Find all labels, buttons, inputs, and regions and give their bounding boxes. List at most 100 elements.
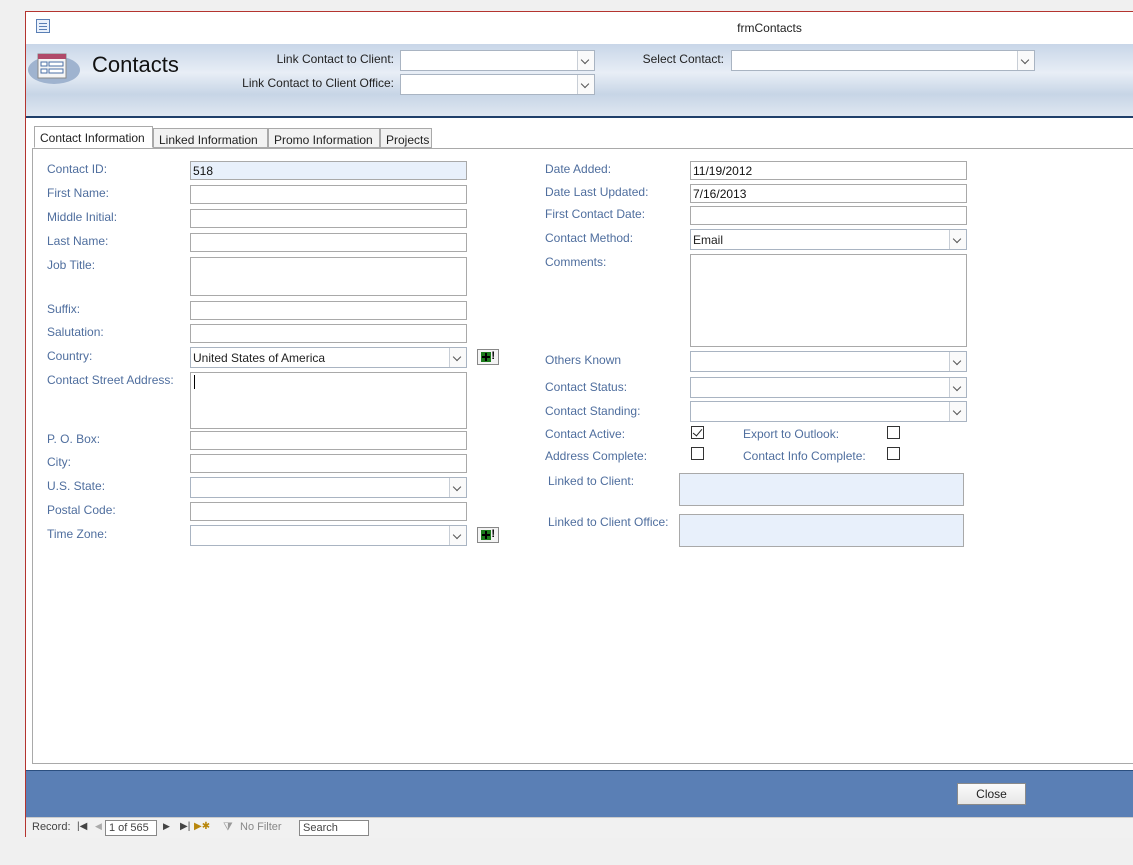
first-contact-date-field[interactable] [690, 206, 967, 225]
linked-office-label: Linked to Client Office: [548, 515, 669, 529]
contact-active-label: Contact Active: [545, 427, 626, 441]
street-address-label: Contact Street Address: [47, 373, 174, 387]
postal-code-label: Postal Code: [47, 503, 116, 517]
contact-method-combo[interactable]: Email [690, 229, 967, 250]
form-header: Contacts Link Contact to Client: Link Co… [26, 44, 1133, 118]
comments-label: Comments: [545, 255, 607, 269]
job-title-label: Job Title: [47, 258, 96, 272]
contact-status-label: Contact Status: [545, 380, 628, 394]
first-name-field[interactable] [190, 185, 467, 204]
contact-standing-combo[interactable] [690, 401, 967, 422]
job-title-field[interactable] [190, 257, 467, 296]
last-name-label: Last Name: [47, 234, 109, 248]
tab-contact-information[interactable]: Contact Information [34, 126, 153, 148]
contact-standing-label: Contact Standing: [545, 404, 641, 418]
plus-icon [481, 352, 491, 362]
text-cursor [194, 375, 195, 389]
form-title: Contacts [92, 52, 179, 77]
postal-code-field[interactable] [190, 502, 467, 521]
street-address-field[interactable] [190, 372, 467, 429]
contact-status-combo[interactable] [690, 377, 967, 398]
address-complete-checkbox[interactable] [691, 447, 704, 460]
time-zone-combo[interactable] [190, 525, 467, 546]
others-known-label: Others Known [545, 353, 622, 367]
link-office-label: Link Contact to Client Office: [242, 76, 394, 90]
suffix-label: Suffix: [47, 302, 81, 316]
chevron-down-icon[interactable] [949, 378, 966, 397]
middle-initial-field[interactable] [190, 209, 467, 228]
info-complete-label: Contact Info Complete: [743, 449, 866, 463]
link-client-combo[interactable] [400, 50, 595, 71]
chevron-down-icon[interactable] [949, 352, 966, 371]
date-added-field[interactable]: 11/19/2012 [690, 161, 967, 180]
linked-office-box [679, 514, 964, 547]
form-footer: Close [26, 770, 1133, 817]
no-filter-label[interactable]: No Filter [240, 821, 282, 833]
date-updated-label: Date Last Updated: [545, 185, 649, 199]
tab-promo-information[interactable]: Promo Information [268, 128, 380, 148]
close-button[interactable]: Close [957, 783, 1026, 805]
window-title: frmContacts [737, 21, 802, 35]
contact-id-field: 518 [190, 161, 467, 180]
export-outlook-checkbox[interactable] [887, 426, 900, 439]
state-label: U.S. State: [47, 479, 106, 493]
chevron-down-icon[interactable] [449, 348, 466, 367]
chevron-down-icon[interactable] [449, 526, 466, 545]
plus-icon [481, 530, 491, 540]
link-office-combo[interactable] [400, 74, 595, 95]
contact-active-checkbox[interactable] [691, 426, 704, 439]
chevron-down-icon[interactable] [577, 51, 594, 70]
next-record-icon[interactable]: ▶ [163, 821, 170, 832]
filter-icon[interactable]: ⧩ [223, 821, 233, 834]
date-added-label: Date Added: [545, 162, 612, 176]
select-contact-label: Select Contact: [642, 52, 724, 66]
exclamation-icon: ! [491, 528, 495, 540]
previous-record-icon[interactable]: ◀ [95, 821, 102, 832]
middle-initial-label: Middle Initial: [47, 210, 118, 224]
comments-field[interactable] [690, 254, 967, 347]
tab-page-contact-information: Contact ID: 518 First Name: Middle Initi… [32, 148, 1133, 764]
salutation-label: Salutation: [47, 325, 104, 339]
current-record-field[interactable]: 1 of 565 [105, 820, 157, 836]
new-record-icon[interactable]: ▶✱ [194, 821, 210, 832]
info-complete-checkbox[interactable] [887, 447, 900, 460]
tab-projects[interactable]: Projects [380, 128, 432, 148]
chevron-down-icon[interactable] [949, 402, 966, 421]
linked-client-box [679, 473, 964, 506]
contact-id-label: Contact ID: [47, 162, 108, 176]
export-outlook-label: Export to Outlook: [743, 427, 840, 441]
city-label: City: [47, 455, 71, 469]
date-updated-field[interactable]: 7/16/2013 [690, 184, 967, 203]
po-box-label: P. O. Box: [47, 432, 101, 446]
chevron-down-icon[interactable] [949, 230, 966, 249]
tab-linked-information[interactable]: Linked Information [153, 128, 268, 148]
salutation-field[interactable] [190, 324, 467, 343]
state-combo[interactable] [190, 477, 467, 498]
select-contact-combo[interactable] [731, 50, 1035, 71]
city-field[interactable] [190, 454, 467, 473]
record-label: Record: [32, 821, 71, 833]
po-box-field[interactable] [190, 431, 467, 450]
linked-client-label: Linked to Client: [548, 474, 635, 488]
chevron-down-icon[interactable] [577, 75, 594, 94]
country-value: United States of America [193, 351, 326, 365]
chevron-down-icon[interactable] [1017, 51, 1034, 70]
last-record-icon[interactable]: ▶| [180, 821, 190, 832]
exclamation-icon: ! [491, 350, 495, 362]
add-time-zone-button[interactable]: ! [477, 527, 499, 543]
first-record-icon[interactable]: |◀ [77, 821, 87, 832]
add-country-button[interactable]: ! [477, 349, 499, 365]
search-input[interactable]: Search [299, 820, 369, 836]
last-name-field[interactable] [190, 233, 467, 252]
title-bar: frmContacts [26, 12, 1133, 44]
country-label: Country: [47, 349, 93, 363]
chevron-down-icon[interactable] [449, 478, 466, 497]
contact-id-value: 518 [193, 164, 214, 178]
time-zone-label: Time Zone: [47, 527, 108, 541]
address-complete-label: Address Complete: [545, 449, 648, 463]
first-contact-date-label: First Contact Date: [545, 207, 646, 221]
others-known-combo[interactable] [690, 351, 967, 372]
suffix-field[interactable] [190, 301, 467, 320]
contact-method-label: Contact Method: [545, 231, 634, 245]
country-combo[interactable]: United States of America [190, 347, 467, 368]
